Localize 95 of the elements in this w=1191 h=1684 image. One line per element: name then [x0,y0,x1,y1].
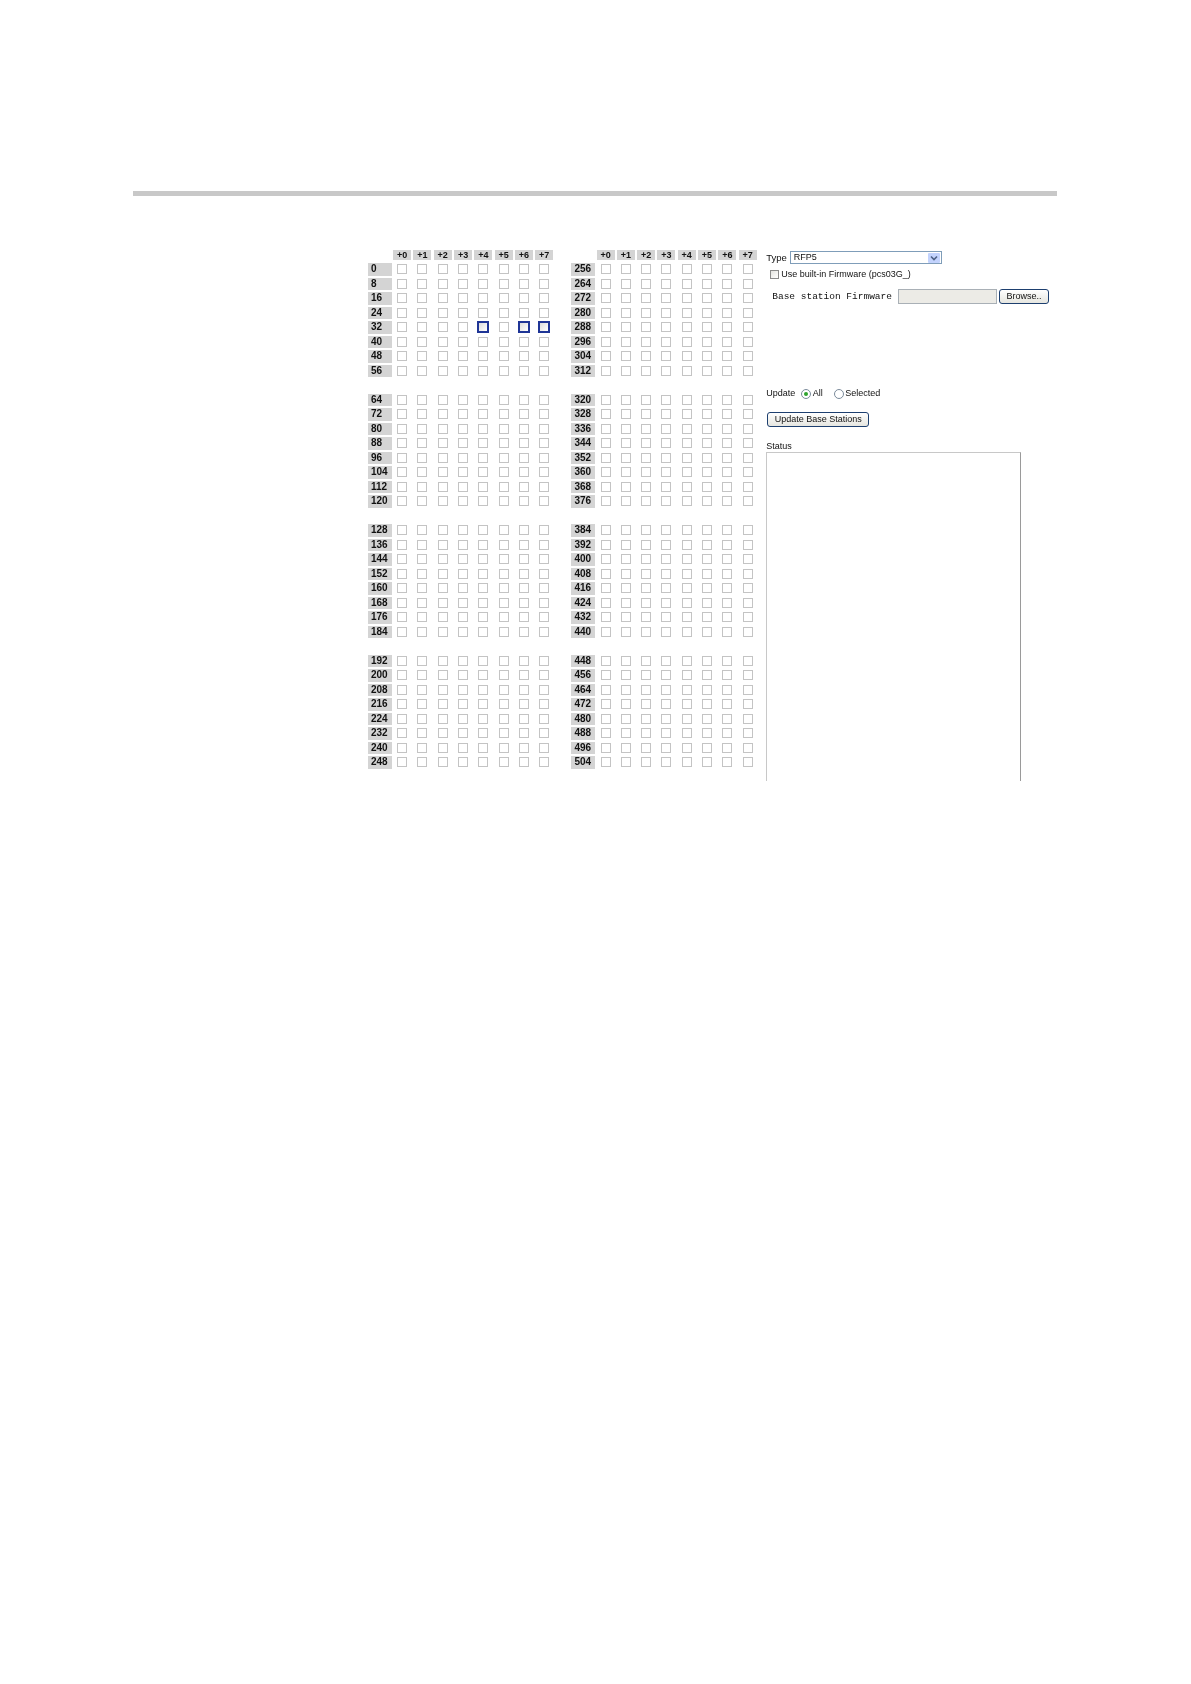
column-header: +2 [637,250,656,260]
row-label: 248 [368,756,392,769]
row-label: 208 [368,683,392,696]
row-label: 344 [571,437,596,450]
column-header: +6 [514,250,533,260]
column-header: +6 [718,250,737,260]
column-header: +1 [413,250,432,260]
row-label: 232 [368,727,392,740]
row-label: 8 [368,277,392,290]
row-label: 328 [571,408,596,421]
row-label: 64 [368,393,392,406]
update-label: Update [766,388,796,399]
column-header: +5 [494,250,513,260]
chevron-down-icon [927,252,940,263]
row-label: 280 [571,306,596,319]
row-label: 40 [368,335,392,348]
row-label: 216 [368,698,392,711]
row-label: 168 [368,596,392,609]
row-label: 160 [368,582,392,595]
row-label: 352 [571,451,596,464]
row-label: 496 [571,741,596,754]
row-label: 240 [368,741,392,754]
row-label: 152 [368,567,392,580]
row-label: 304 [571,350,596,363]
row-label: 104 [368,466,392,479]
column-header: +2 [433,250,452,260]
row-label: 320 [571,393,596,406]
row-label: 416 [571,582,596,595]
row-label: 368 [571,480,596,493]
row-label: 192 [368,654,392,667]
radio-button[interactable] [833,388,844,399]
row-label: 392 [571,538,596,551]
row-label: 488 [571,727,596,740]
row-label: 456 [571,669,596,682]
row-label: 360 [571,466,596,479]
radio-button[interactable] [801,388,812,399]
row-label: 176 [368,611,392,624]
row-label: 112 [368,480,392,493]
row-label: 464 [571,683,596,696]
update-base-stations-button[interactable]: Update Base Stations [767,412,870,427]
column-header: +7 [738,250,757,260]
row-label: 424 [571,596,596,609]
column-header: +3 [454,250,473,260]
file-path-field[interactable] [898,289,997,304]
row-label: 264 [571,277,596,290]
column-header: +3 [657,250,676,260]
row-label: 440 [571,625,596,638]
column-header: +1 [616,250,635,260]
row-label: 400 [571,553,596,566]
row-label: 32 [368,321,392,334]
column-header: +5 [698,250,716,260]
browse-button[interactable]: Browse.. [999,289,1049,304]
row-label: 272 [571,292,596,305]
row-label: 256 [571,263,596,276]
column-header: +4 [677,250,696,260]
row-label: 384 [571,524,596,537]
row-label: 56 [368,364,392,377]
column-header: +0 [596,250,615,260]
type-select[interactable]: RFP5 [789,251,942,264]
row-label: 24 [368,306,392,319]
row-label: 448 [571,654,596,667]
row-label: 336 [571,422,596,435]
status-label: Status [766,441,792,451]
row-label: 432 [571,611,596,624]
row-label: 224 [368,712,392,725]
column-header: +0 [393,250,412,260]
row-label: 480 [571,712,596,725]
row-label: 136 [368,538,392,551]
row-label: 312 [571,364,596,377]
row-label: 200 [368,669,392,682]
column-header: +4 [474,250,493,260]
row-label: 184 [368,625,392,638]
status-field[interactable] [766,452,1022,781]
row-label: 288 [571,321,596,334]
row-label: 144 [368,553,392,566]
row-label: 504 [571,756,596,769]
row-label: 376 [571,495,596,508]
row-label: 296 [571,335,596,348]
type-label: Type [766,251,787,264]
row-label: 120 [368,495,392,508]
row-label: 96 [368,451,392,464]
row-label: 0 [368,263,392,276]
row-label: 16 [368,292,392,305]
firmware-file-label: Base station Firmware [772,290,892,304]
column-header: +7 [535,250,554,260]
row-label: 472 [571,698,596,711]
builtin-firmware-label: Use built-in Firmware (pcs03G_) [781,269,911,279]
radio-label: Selected [845,388,881,399]
row-label: 408 [571,567,596,580]
row-label: 128 [368,524,392,537]
row-label: 48 [368,350,392,363]
row-label: 88 [368,437,392,450]
row-label: 72 [368,408,392,421]
radio-label: All [812,388,823,399]
row-label: 80 [368,422,392,435]
